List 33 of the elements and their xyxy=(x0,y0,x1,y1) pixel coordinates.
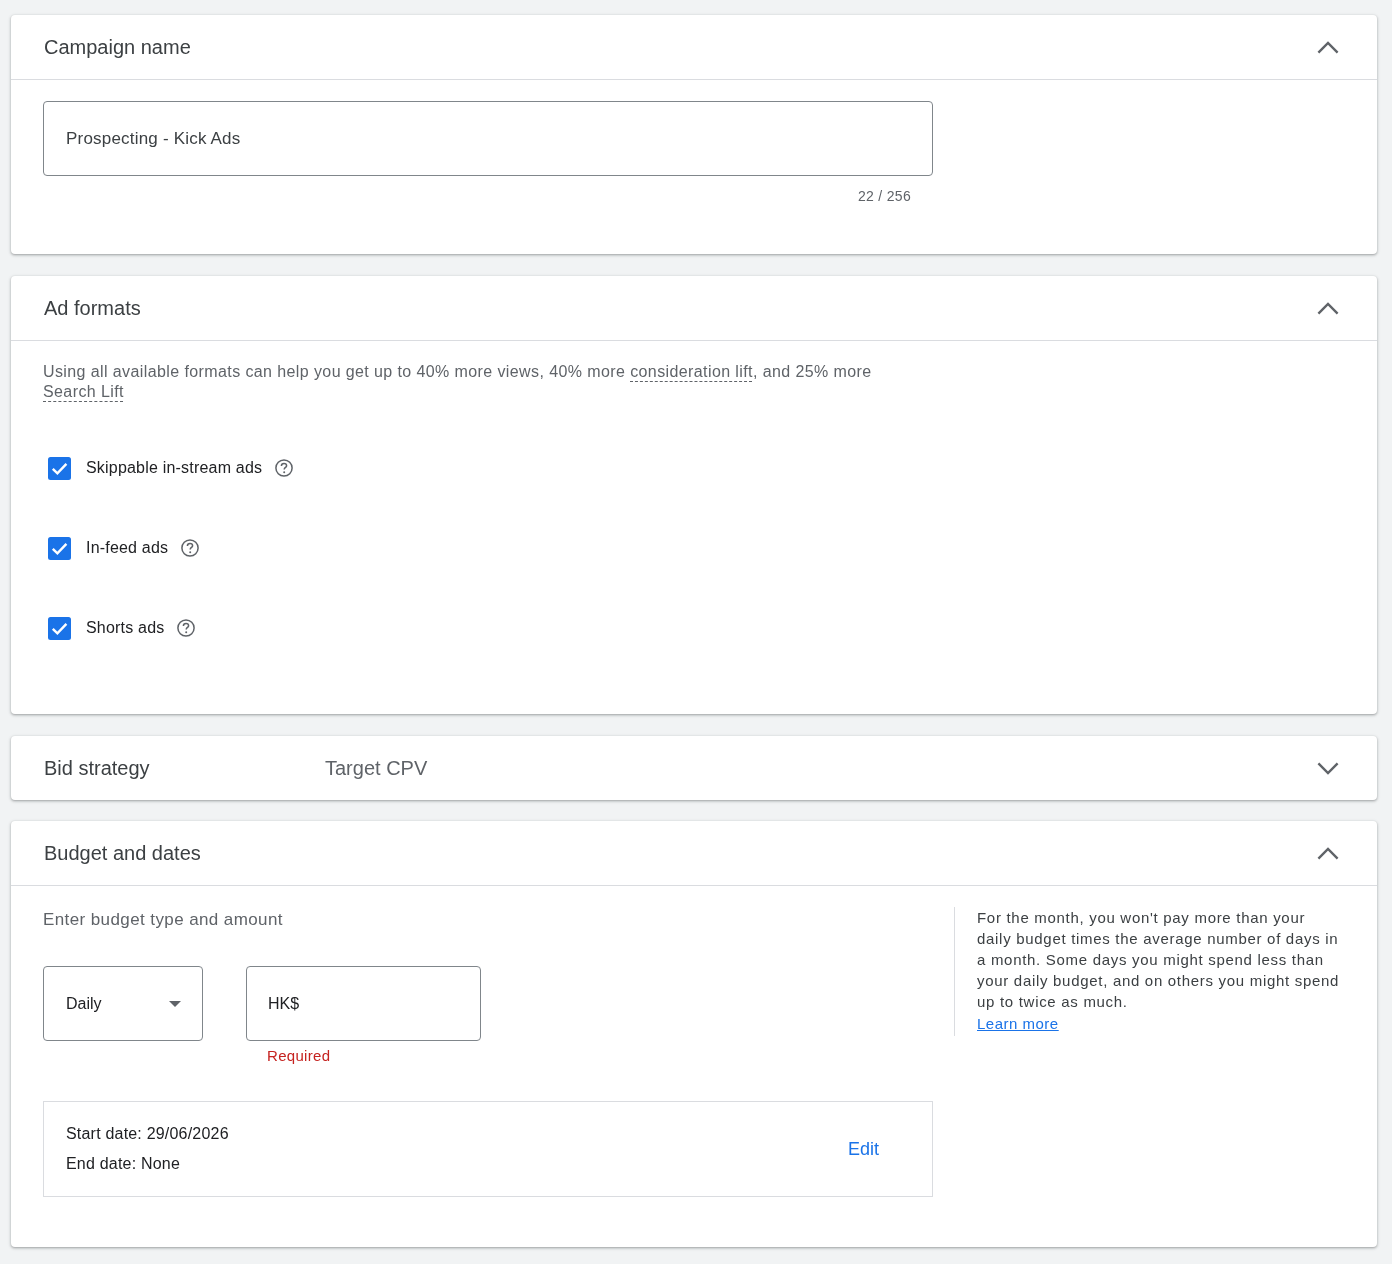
amount-field[interactable]: HK$ xyxy=(246,966,481,1041)
learn-more-link[interactable]: Learn more xyxy=(977,1015,1059,1032)
start-date-text: Start date: 29/06/2026 xyxy=(66,1124,229,1144)
chevron-up-icon[interactable] xyxy=(1317,40,1339,54)
section-title: Campaign name xyxy=(44,35,191,60)
help-icon[interactable] xyxy=(275,459,294,477)
term-link[interactable]: Search Lift xyxy=(43,383,124,400)
end-date-text: End date: None xyxy=(66,1154,181,1174)
checkbox[interactable] xyxy=(48,536,71,560)
chevron-up-icon[interactable] xyxy=(1317,846,1339,860)
edit-button[interactable]: Edit xyxy=(847,1137,879,1161)
error-text: Required xyxy=(267,1046,331,1066)
help-text: For the month, you won't pay more than your daily budget times the average number of days in a month. Some days you might spend less than your daily budget, and on others you might spend up to twice as much. xyxy=(977,908,1341,1012)
chevron-up-icon[interactable] xyxy=(1317,301,1339,315)
character-counter: 22 / 256 xyxy=(858,188,911,204)
help-icon[interactable] xyxy=(177,619,196,637)
budget-type-dropdown[interactable]: Daily xyxy=(43,966,203,1041)
section-title: Ad formats xyxy=(44,296,141,321)
section-summary: Target CPV xyxy=(325,756,428,781)
help-icon[interactable] xyxy=(181,539,200,557)
section-title: Bid strategy xyxy=(44,756,150,779)
description-text: Using all available formats can help you get up to 40% more views, 40% more consideration lift, and 25% more Search Lift xyxy=(43,362,873,402)
chevron-down-icon[interactable] xyxy=(1317,761,1339,775)
prompt-text: Enter budget type and amount xyxy=(43,909,284,931)
campaign-name-field[interactable]: Prospecting - Kick Ads xyxy=(43,101,933,176)
checkbox-label: Shorts ads xyxy=(86,618,165,638)
caret-icon xyxy=(169,1000,181,1007)
section-title: Budget and dates xyxy=(44,841,201,866)
checkbox[interactable] xyxy=(48,616,71,640)
checkbox-label: Skippable in-stream ads xyxy=(86,458,263,478)
term-link[interactable]: consideration lift xyxy=(630,363,753,380)
checkbox-label: In-feed ads xyxy=(86,538,169,558)
checkbox[interactable] xyxy=(48,456,71,480)
